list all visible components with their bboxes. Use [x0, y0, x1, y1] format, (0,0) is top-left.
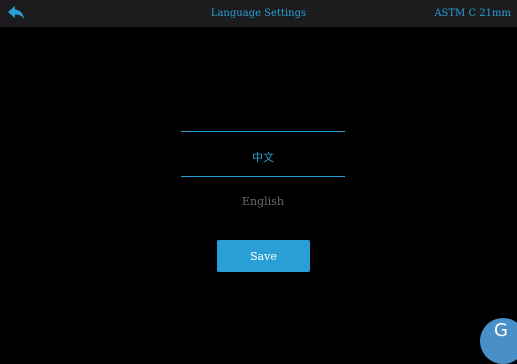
language-option-chinese[interactable]: 中文 — [181, 148, 345, 168]
header-status-text: ASTM C 21mm — [434, 8, 511, 19]
header-bar: Language Settings ASTM C 21mm — [0, 0, 517, 27]
floating-action-button[interactable]: G — [480, 318, 517, 364]
selection-divider-bottom — [181, 176, 345, 177]
selection-divider-top — [181, 131, 345, 132]
save-button[interactable]: Save — [217, 240, 310, 272]
language-option-english[interactable]: English — [181, 192, 345, 212]
